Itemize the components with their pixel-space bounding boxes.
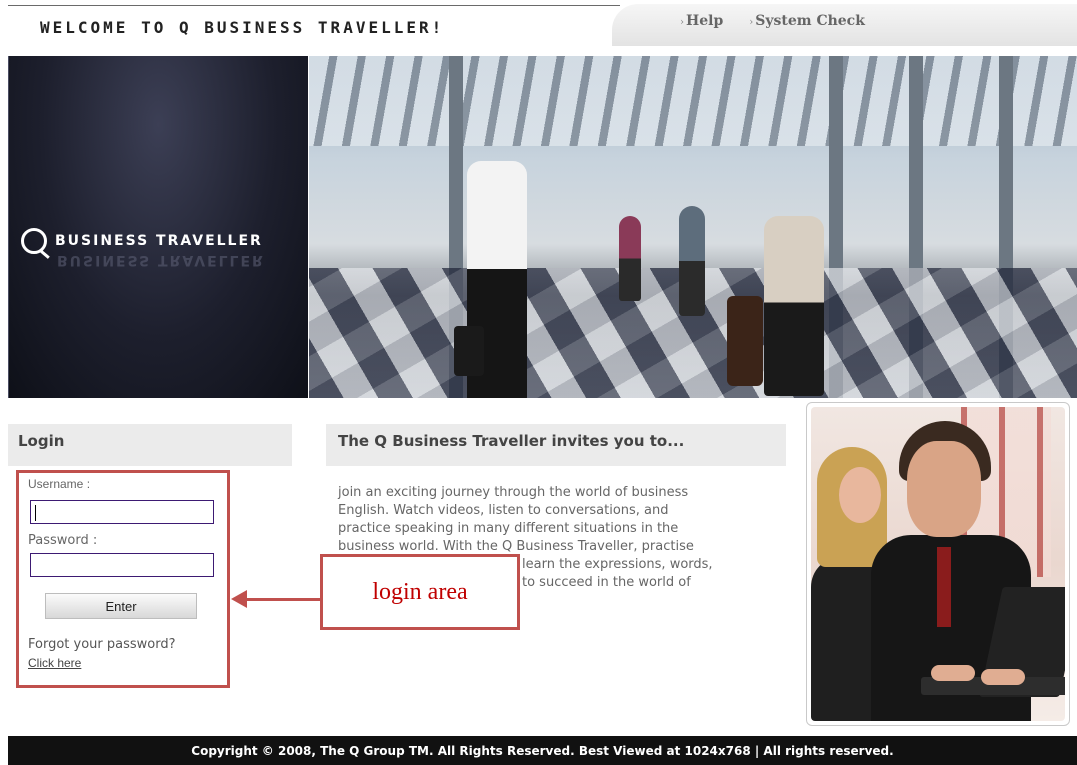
man-face: [907, 441, 981, 537]
login-area-highlight: [16, 470, 230, 688]
traveller-figure: [679, 206, 705, 316]
system-check-link-label: System Check: [755, 13, 865, 29]
invite-line: join an exciting journey through the wor…: [338, 485, 689, 500]
q-logo-icon: [21, 228, 47, 254]
invite-title: The Q Business Traveller invites you to.…: [326, 424, 786, 466]
annotation-label: login area: [320, 554, 520, 630]
side-photo-people-laptop: [806, 402, 1070, 726]
invite-line: practice speaking in many different situ…: [338, 521, 679, 536]
annotation-arrow-line: [245, 598, 321, 601]
arrow-right-icon: ›: [749, 17, 754, 28]
traveller-figure: [619, 216, 641, 301]
traveller-figure: [764, 216, 824, 396]
hand: [981, 669, 1025, 685]
suitcase: [727, 296, 763, 386]
logo-text: BUSINESS TRAVELLER: [55, 233, 263, 249]
suitcase: [454, 326, 484, 376]
help-link[interactable]: › Help: [680, 13, 723, 29]
invite-line: English. Watch videos, listen to convers…: [338, 503, 669, 518]
top-links: › Help › System Check: [680, 13, 865, 29]
man-tie: [937, 547, 951, 627]
woman-face: [839, 467, 881, 523]
welcome-title: WELCOME TO Q BUSINESS TRAVELLER!: [40, 18, 445, 37]
annotation-arrow-head-icon: [231, 590, 247, 608]
login-title: Login: [8, 424, 292, 466]
system-check-link[interactable]: › System Check: [749, 13, 865, 29]
footer-copyright: Copyright © 2008, The Q Group TM. All Ri…: [8, 736, 1077, 765]
header-rule: [8, 5, 620, 6]
hand: [931, 665, 975, 681]
logo: BUSINESS TRAVELLER: [21, 228, 263, 254]
hero-photo-airport: [309, 56, 1077, 398]
side-photo-scene: [811, 407, 1065, 721]
logo-reflection: BUSINESS TRAVELLER: [57, 252, 265, 268]
arrow-right-icon: ›: [680, 17, 684, 28]
hero-logo-panel: BUSINESS TRAVELLER BUSINESS TRAVELLER: [8, 56, 308, 398]
hero-ceiling: [309, 56, 1077, 146]
help-link-label: Help: [686, 13, 724, 29]
